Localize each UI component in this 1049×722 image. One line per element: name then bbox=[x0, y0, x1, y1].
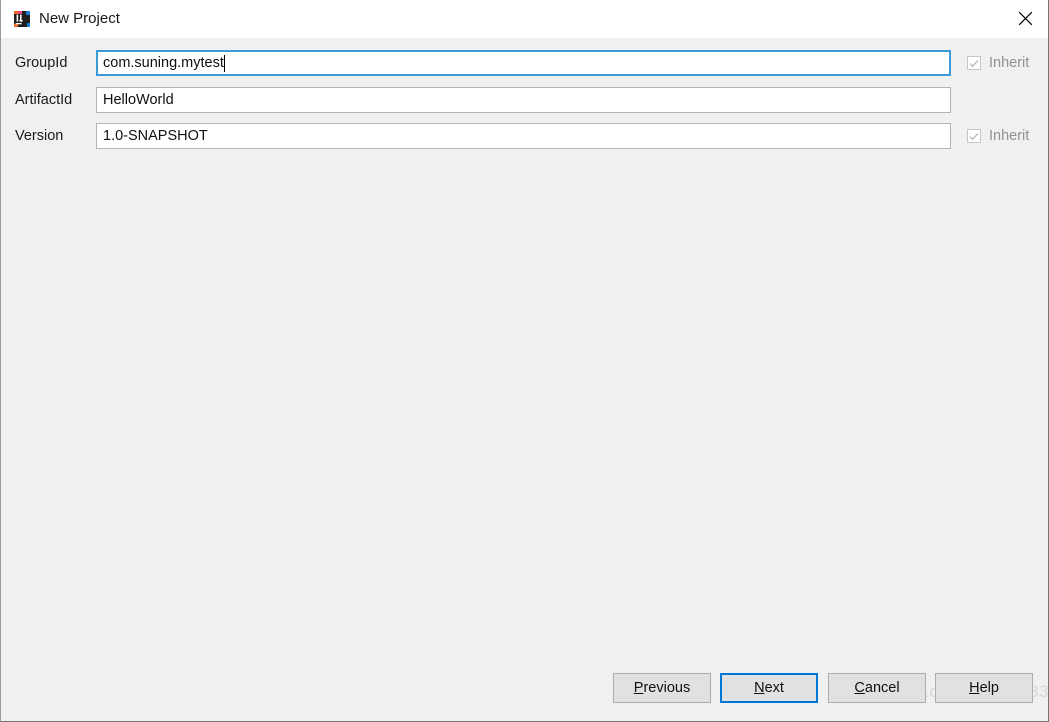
checkbox-box bbox=[967, 56, 981, 70]
form-row-artifactid: ArtifactId HelloWorld bbox=[1, 87, 1048, 113]
previous-button-label: Previous bbox=[633, 680, 691, 696]
help-button[interactable]: Help bbox=[935, 673, 1033, 703]
cancel-button-label: Cancel bbox=[854, 680, 900, 696]
groupid-inherit-checkbox[interactable]: Inherit bbox=[967, 50, 1029, 76]
version-label: Version bbox=[15, 128, 64, 144]
titlebar: New Project bbox=[1, 0, 1048, 38]
version-value: 1.0-SNAPSHOT bbox=[103, 128, 208, 144]
form-row-groupid: GroupId com.suning.mytest Inherit bbox=[1, 50, 1048, 76]
artifactid-label: ArtifactId bbox=[15, 92, 73, 108]
text-caret bbox=[223, 54, 225, 72]
groupid-inherit-label: Inherit bbox=[989, 55, 1030, 71]
close-icon[interactable] bbox=[1002, 0, 1048, 37]
window-title: New Project bbox=[39, 10, 120, 27]
maven-coordinates-form: GroupId com.suning.mytest Inherit Artifa… bbox=[1, 38, 1048, 721]
form-row-version: Version 1.0-SNAPSHOT Inherit bbox=[1, 123, 1048, 149]
checkbox-box bbox=[967, 129, 981, 143]
next-button-label: Next bbox=[754, 680, 784, 696]
next-button[interactable]: Next bbox=[720, 673, 818, 703]
groupid-value: com.suning.mytest bbox=[103, 55, 224, 71]
new-project-dialog: New Project GroupId com.suning.mytest In… bbox=[0, 0, 1049, 722]
version-input[interactable]: 1.0-SNAPSHOT bbox=[96, 123, 951, 149]
groupid-label: GroupId bbox=[15, 55, 68, 71]
previous-button[interactable]: Previous bbox=[613, 673, 711, 703]
version-inherit-label: Inherit bbox=[989, 128, 1030, 144]
artifactid-input[interactable]: HelloWorld bbox=[96, 87, 951, 113]
cancel-button[interactable]: Cancel bbox=[828, 673, 926, 703]
help-button-label: Help bbox=[969, 680, 999, 696]
intellij-idea-icon bbox=[12, 9, 32, 29]
groupid-input[interactable]: com.suning.mytest bbox=[96, 50, 951, 76]
version-inherit-checkbox[interactable]: Inherit bbox=[967, 123, 1029, 149]
artifactid-value: HelloWorld bbox=[103, 92, 174, 108]
dialog-button-bar: Previous Next Cancel Help bbox=[1, 673, 1048, 707]
